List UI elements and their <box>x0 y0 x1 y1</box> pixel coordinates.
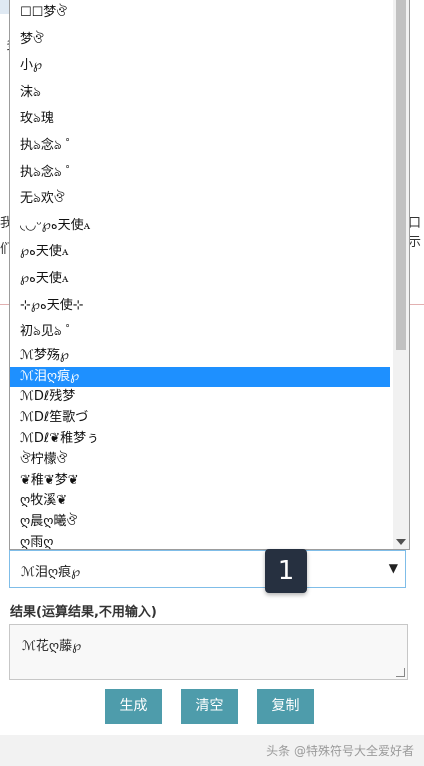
dropdown-option[interactable]: 小℘ <box>10 53 390 80</box>
dropdown-option[interactable]: ℳ梦殇℘ <box>10 346 390 367</box>
watermark: 头条 @特殊符号大全爱好者 <box>266 744 414 758</box>
dropdown-option[interactable]: ℘ﻩ天使ꭺ <box>10 266 390 293</box>
dropdown-scrollbar[interactable] <box>393 0 409 549</box>
dropdown-option[interactable]: 梦ঔ <box>10 27 390 54</box>
dropdown-option[interactable]: ☐☐梦ঔ <box>10 0 390 27</box>
dropdown-option[interactable]: 玫ঌ瑰 <box>10 106 390 133</box>
option-list: ☐☐梦ঔ 梦ঔ 小℘ 沫ঌ 玫ঌ瑰 执ঌ念ঌ ゜执ঌ念ঌ ゜无ঌ欢ঔ ◟◡ᵕ℘ﻩ天使ꭺ ℘ﻩ天… <box>10 0 409 549</box>
scroll-down-arrow-icon[interactable] <box>396 539 406 545</box>
dropdown-option[interactable]: ღ晨ღ曦ঔ <box>10 512 390 533</box>
dropdown-list[interactable]: ☐☐梦ঔ 梦ঔ 小℘ 沫ঌ 玫ঌ瑰 执ঌ念ঌ ゜执ঌ念ঌ ゜无ঌ欢ঔ ◟◡ᵕ℘ﻩ天使ꭺ ℘ﻩ天… <box>9 0 410 550</box>
dropdown-option[interactable]: 沫ঌ <box>10 80 390 107</box>
copy-button[interactable]: 复制 <box>257 689 314 724</box>
dropdown-option[interactable]: ◟◡ᵕ℘ﻩ天使ꭺ <box>10 213 390 240</box>
dropdown-option[interactable]: ❦稚❦梦❦ <box>10 471 390 492</box>
dropdown-option[interactable]: ℳDℓ❦稚梦ぅ <box>10 429 390 450</box>
dropdown-option[interactable]: ღ牧溪❦ <box>10 491 390 512</box>
dropdown-option[interactable]: ⊹℘ﻩ天使⊹ <box>10 293 390 320</box>
dropdown-option[interactable]: ℘ﻩ天使ꭺ <box>10 239 390 266</box>
dropdown-option[interactable]: 无ঌ欢ঔ <box>10 186 390 213</box>
dropdown-option[interactable]: ঔ柠檬ঔ <box>10 450 390 471</box>
step-badge: 1 <box>265 549 307 593</box>
result-textarea[interactable]: ℳ花ღ藤℘ <box>9 624 408 680</box>
generate-button[interactable]: 生成 <box>105 689 162 724</box>
dropdown-option[interactable]: 执ঌ念ঌ ゜ <box>10 160 390 187</box>
chevron-down-icon: ▼ <box>388 561 398 575</box>
scroll-thumb[interactable] <box>396 0 406 350</box>
style-select[interactable]: ℳ泪ღ痕℘ ▼ <box>9 550 406 588</box>
bg-fragment-right: 口示 <box>408 216 422 250</box>
dropdown-option[interactable]: ღ雨ღ <box>10 533 390 549</box>
result-label: 结果(运算结果,不用输入) <box>10 605 157 620</box>
clear-button[interactable]: 清空 <box>181 689 238 724</box>
resize-grip-icon[interactable] <box>396 668 405 677</box>
dropdown-option[interactable]: 执ঌ念ঌ ゜ <box>10 133 390 160</box>
dropdown-option[interactable]: ℳDℓ笙歌づ <box>10 408 390 429</box>
dropdown-option[interactable]: ℳ泪ღ痕℘ <box>10 366 390 388</box>
dropdown-option[interactable]: ℳDℓ残梦 <box>10 387 390 408</box>
result-value: ℳ花ღ藤℘ <box>22 639 82 654</box>
dropdown-option[interactable]: 初ঌ见ঌ ゜ <box>10 319 390 346</box>
select-value: ℳ泪ღ痕℘ <box>21 565 81 580</box>
